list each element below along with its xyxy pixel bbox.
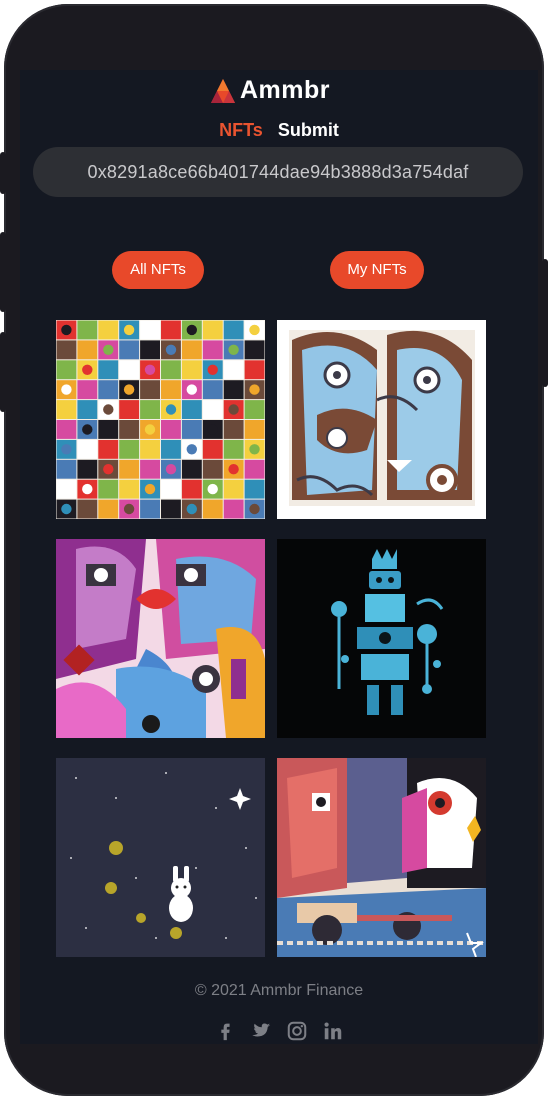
phone-frame: Ammbr NFTs Submit 0x8291a8ce66b401744dae… — [0, 4, 548, 1096]
pattern-collage-artwork — [56, 320, 265, 519]
power-button — [542, 259, 548, 387]
header: Ammbr — [20, 70, 538, 110]
copyright-text: © 2021 Ammbr Finance — [194, 982, 364, 999]
nft-card-cubist-portraits[interactable] — [277, 758, 486, 957]
nft-card-abstract-faces[interactable] — [277, 320, 486, 519]
brand-name: Ammbr — [240, 76, 331, 104]
volume-up-button — [0, 232, 6, 312]
all-nfts-button[interactable]: All NFTs — [112, 251, 204, 289]
wallet-address-field[interactable]: 0x8291a8ce66b401744dae94b3888d3a754daf — [33, 147, 523, 197]
nft-card-pattern-collage[interactable] — [56, 320, 265, 519]
mute-switch — [0, 152, 6, 194]
facebook-icon[interactable] — [214, 1020, 236, 1042]
abstract-faces-blue-brown-artwork — [277, 320, 486, 519]
cubist-portraits-artwork — [277, 758, 486, 957]
nft-card-robot-figure[interactable] — [277, 539, 486, 738]
robot-figure-dark-artwork — [277, 539, 486, 738]
nav-submit-link[interactable]: Submit — [278, 120, 339, 140]
moon-rabbit-night-artwork — [56, 758, 265, 957]
my-nfts-button[interactable]: My NFTs — [330, 251, 424, 289]
abstract-faces-pink-blue-artwork — [56, 539, 265, 738]
nft-card-abstract-pink[interactable] — [56, 539, 265, 738]
brand-logo[interactable]: Ammbr — [210, 76, 330, 105]
nav-nfts-link[interactable]: NFTs — [219, 120, 263, 140]
social-links — [20, 1020, 538, 1042]
linkedin-icon[interactable] — [322, 1020, 344, 1042]
instagram-icon[interactable] — [286, 1020, 308, 1042]
app-screen: Ammbr NFTs Submit 0x8291a8ce66b401744dae… — [20, 70, 538, 1044]
volume-down-button — [0, 332, 6, 412]
nft-card-moon-rabbit[interactable] — [56, 758, 265, 957]
twitter-icon[interactable] — [250, 1020, 272, 1042]
ammbr-logo-icon — [211, 78, 235, 103]
top-nav: NFTs Submit — [20, 120, 538, 141]
